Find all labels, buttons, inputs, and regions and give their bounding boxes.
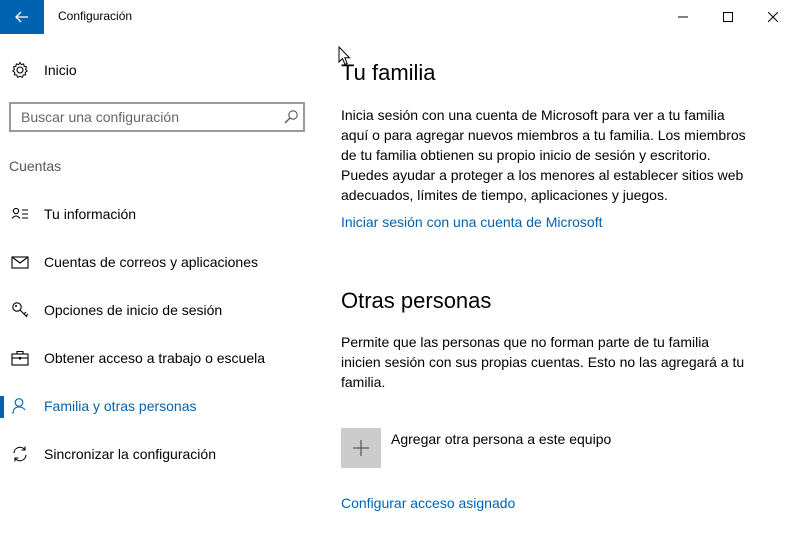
back-button[interactable] <box>0 0 44 34</box>
search-icon[interactable] <box>283 109 299 125</box>
sidebar-item-home-label: Inicio <box>44 62 77 78</box>
add-person-button[interactable]: Agregar otra persona a este equipo <box>341 428 641 468</box>
add-person-label: Agregar otra persona a este equipo <box>391 431 612 447</box>
user-info-icon <box>11 207 28 219</box>
sync-icon <box>13 446 27 462</box>
other-people-description-line: Permite que las personas que no forman p… <box>341 334 710 350</box>
minimize-icon <box>678 16 688 18</box>
sidebar-item-label: Sincronizar la configuración <box>44 446 216 462</box>
sidebar: Inicio Cuentas Tu información Cuentas de… <box>0 34 318 549</box>
maximize-button[interactable] <box>705 0 751 34</box>
active-indicator <box>0 396 4 418</box>
sidebar-item-family[interactable]: Familia y otras personas <box>0 386 318 426</box>
gear-icon <box>12 61 28 78</box>
sidebar-item-label: Cuentas de correos y aplicaciones <box>44 254 259 270</box>
title-bar: Configuración <box>0 0 795 34</box>
main-content: Tu familia Inicia sesión con una cuenta … <box>318 34 795 549</box>
sidebar-item-label: Tu información <box>44 206 137 222</box>
mouse-cursor-icon <box>338 46 351 66</box>
sidebar-item-home[interactable]: Inicio <box>0 56 318 84</box>
window-title: Configuración <box>58 9 133 23</box>
signin-microsoft-link[interactable]: Iniciar sesión con una cuenta de Microso… <box>341 214 602 230</box>
family-description: Inicia sesión con una cuenta de Microsof… <box>341 105 781 205</box>
sidebar-item-label: Opciones de inicio de sesión <box>44 302 223 318</box>
minimize-button[interactable] <box>660 0 706 34</box>
family-description-line: de tu familia obtienen su propio inicio … <box>341 147 711 163</box>
sidebar-item-label: Familia y otras personas <box>44 398 197 414</box>
back-arrow-icon <box>15 11 28 23</box>
other-people-heading: Otras personas <box>341 288 492 313</box>
other-people-description-line: familia. <box>341 374 386 390</box>
family-description-line: Inicia sesión con una cuenta de Microsof… <box>341 107 725 123</box>
sidebar-item-email-accounts[interactable]: Cuentas de correos y aplicaciones <box>0 242 318 282</box>
maximize-icon <box>723 12 733 22</box>
mail-icon <box>11 256 29 269</box>
person-icon <box>12 398 26 415</box>
section-title: Cuentas <box>9 158 62 174</box>
family-description-line: aquí o para agregar nuevos miembros a tu… <box>341 127 746 143</box>
other-people-description: Permite que las personas que no forman p… <box>341 332 781 392</box>
family-heading: Tu familia <box>341 60 436 85</box>
family-description-line: Puedes ayudar a proteger a los menores a… <box>341 167 744 183</box>
sidebar-item-label: Obtener acceso a trabajo o escuela <box>44 350 266 366</box>
other-people-description-line: inicien sesión con sus propias cuentas. … <box>341 354 745 370</box>
close-button[interactable] <box>750 0 795 34</box>
sidebar-item-signin-options[interactable]: Opciones de inicio de sesión <box>0 290 318 330</box>
sidebar-item-sync[interactable]: Sincronizar la configuración <box>0 434 318 474</box>
search-input[interactable] <box>11 104 277 130</box>
briefcase-icon <box>11 350 29 366</box>
plus-icon <box>353 440 369 456</box>
sidebar-item-work-school[interactable]: Obtener acceso a trabajo o escuela <box>0 338 318 378</box>
search-box[interactable] <box>9 102 305 132</box>
assigned-access-link[interactable]: Configurar acceso asignado <box>341 495 515 511</box>
add-person-tile[interactable] <box>341 428 381 468</box>
key-icon <box>12 302 29 318</box>
family-description-line: adecuados, límites de tiempo, aplicacion… <box>341 187 668 203</box>
close-icon <box>768 12 778 22</box>
sidebar-item-your-info[interactable]: Tu información <box>0 194 318 234</box>
